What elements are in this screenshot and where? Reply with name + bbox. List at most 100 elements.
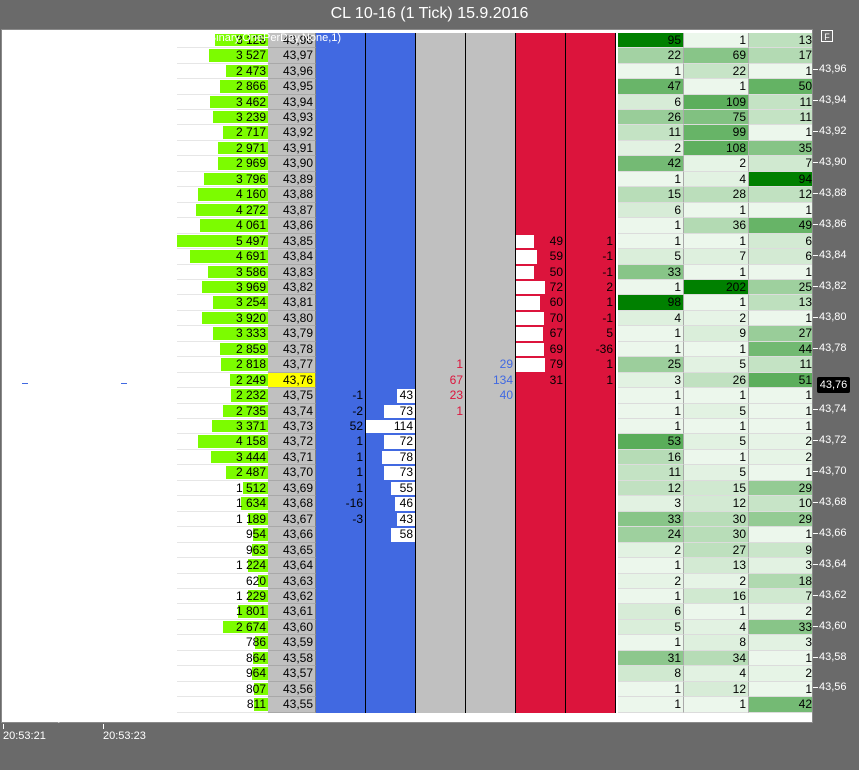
ask-delta-cell[interactable] <box>566 94 616 110</box>
bid-size-cell[interactable] <box>366 357 416 373</box>
ask-delta-cell[interactable] <box>566 110 616 126</box>
trade-bid-cell[interactable] <box>416 63 466 80</box>
bid-size-cell[interactable] <box>366 233 416 250</box>
trade-bid-cell[interactable] <box>416 32 466 49</box>
ladder-row[interactable]: 2 232 43,75 -1 43 23 40 1 1 1 <box>2 388 812 404</box>
bid-size-cell[interactable] <box>366 588 416 605</box>
bid-size-cell[interactable] <box>366 542 416 559</box>
ask-size-cell[interactable]: 72 <box>516 279 566 296</box>
ladder-row[interactable]: 964 43,57 8 4 2 <box>2 666 812 682</box>
trade-bid-cell[interactable]: 1 <box>416 357 466 373</box>
ladder-row[interactable]: 963 43,65 2 27 9 <box>2 542 812 559</box>
bid-size-cell[interactable] <box>366 264 416 280</box>
ask-delta-cell[interactable] <box>566 604 616 620</box>
price-cell[interactable]: 43,77 <box>268 357 316 373</box>
ask-size-cell[interactable] <box>516 619 566 636</box>
price-cell[interactable]: 43,81 <box>268 295 316 311</box>
ladder-row[interactable]: 1 634 43,68 -16 46 3 12 10 <box>2 496 812 512</box>
bid-size-cell[interactable] <box>366 110 416 126</box>
ladder-row[interactable]: 4 061 43,86 1 36 49 <box>2 218 812 234</box>
trade-ask-cell[interactable] <box>466 480 516 497</box>
ask-size-cell[interactable] <box>516 79 566 95</box>
bid-size-cell[interactable] <box>366 63 416 80</box>
trade-ask-cell[interactable] <box>466 233 516 250</box>
ask-delta-cell[interactable]: -1 <box>566 249 616 265</box>
price-cell[interactable]: 43,67 <box>268 511 316 528</box>
bid-delta-cell[interactable] <box>316 94 366 110</box>
trade-ask-cell[interactable] <box>466 218 516 234</box>
ladder-row[interactable]: 2 969 43,90 42 2 7 <box>2 156 812 172</box>
ask-size-cell[interactable] <box>516 94 566 110</box>
bid-delta-cell[interactable] <box>316 264 366 280</box>
ladder-row[interactable]: 1 224 43,64 1 13 3 <box>2 558 812 574</box>
ask-delta-cell[interactable] <box>566 202 616 219</box>
ladder-row[interactable]: 5 497 43,85 49 1 1 1 6 <box>2 233 812 250</box>
ask-delta-cell[interactable]: 2 <box>566 279 616 296</box>
ask-delta-cell[interactable] <box>566 449 616 466</box>
ask-size-cell[interactable] <box>516 32 566 49</box>
trade-bid-cell[interactable] <box>416 218 466 234</box>
ladder-row[interactable]: 2 674 43,60 5 4 33 <box>2 619 812 636</box>
price-cell[interactable]: 43,62 <box>268 588 316 605</box>
ask-delta-cell[interactable]: 1 <box>566 357 616 373</box>
ladder-row[interactable]: 4 691 43,84 59 -1 5 7 6 <box>2 249 812 265</box>
ask-delta-cell[interactable] <box>566 496 616 512</box>
trade-ask-cell[interactable]: 29 <box>466 357 516 373</box>
trade-ask-cell[interactable] <box>466 681 516 698</box>
trade-ask-cell[interactable] <box>466 511 516 528</box>
ask-delta-cell[interactable] <box>566 63 616 80</box>
ask-delta-cell[interactable]: 1 <box>566 233 616 250</box>
price-cell[interactable]: 43,70 <box>268 465 316 481</box>
ask-delta-cell[interactable]: 1 <box>566 295 616 311</box>
trade-bid-cell[interactable] <box>416 681 466 698</box>
ask-size-cell[interactable] <box>516 48 566 64</box>
ladder-row[interactable]: 786 43,59 1 8 3 <box>2 635 812 651</box>
bid-size-cell[interactable] <box>366 635 416 651</box>
bid-delta-cell[interactable] <box>316 218 366 234</box>
ask-delta-cell[interactable] <box>566 32 616 49</box>
price-cell[interactable]: 43,63 <box>268 573 316 589</box>
trade-ask-cell[interactable]: 40 <box>466 388 516 404</box>
price-cell[interactable]: 43,59 <box>268 635 316 651</box>
trade-bid-cell[interactable] <box>416 341 466 358</box>
price-cell[interactable]: 43,84 <box>268 249 316 265</box>
price-cell[interactable]: 43,69 <box>268 480 316 497</box>
trade-ask-cell[interactable] <box>466 202 516 219</box>
price-cell[interactable]: 43,73 <box>268 419 316 435</box>
ask-delta-cell[interactable] <box>566 125 616 141</box>
trade-ask-cell[interactable] <box>466 341 516 358</box>
bid-delta-cell[interactable] <box>316 249 366 265</box>
ask-delta-cell[interactable] <box>566 480 616 497</box>
bid-delta-cell[interactable] <box>316 635 366 651</box>
ladder-chart-panel[interactable]: 3 128 43,98 95 1 13 3 527 43,97 22 69 17 2 473 43,9… <box>1 29 813 723</box>
price-cell[interactable]: 43,55 <box>268 697 316 713</box>
price-axis[interactable]: 43,96 43,94 43,92 43,90 43,88 43,86 43,84 43,82… <box>813 29 859 723</box>
bid-delta-cell[interactable] <box>316 372 366 389</box>
trade-bid-cell[interactable] <box>416 697 466 713</box>
trade-bid-cell[interactable] <box>416 666 466 682</box>
ladder-row[interactable]: 2 971 43,91 2 108 35 <box>2 140 812 157</box>
ask-size-cell[interactable] <box>516 125 566 141</box>
ladder-row[interactable]: 3 239 43,93 26 75 11 <box>2 110 812 126</box>
trade-bid-cell[interactable] <box>416 110 466 126</box>
trade-bid-cell[interactable] <box>416 558 466 574</box>
price-cell[interactable]: 43,57 <box>268 666 316 682</box>
ask-delta-cell[interactable] <box>566 48 616 64</box>
trade-bid-cell[interactable] <box>416 480 466 497</box>
bid-size-cell[interactable] <box>366 573 416 589</box>
ladder-row[interactable]: 1 801 43,61 6 1 2 <box>2 604 812 620</box>
bid-size-cell[interactable] <box>366 650 416 667</box>
ask-size-cell[interactable]: 67 <box>516 326 566 342</box>
bid-size-cell[interactable] <box>366 202 416 219</box>
bid-size-cell[interactable]: 58 <box>366 527 416 543</box>
bid-delta-cell[interactable] <box>316 202 366 219</box>
price-cell[interactable]: 43,90 <box>268 156 316 172</box>
bid-size-cell[interactable] <box>366 372 416 389</box>
ladder-row[interactable]: 2 866 43,95 47 1 50 <box>2 79 812 95</box>
bid-size-cell[interactable]: 114 <box>366 419 416 435</box>
bid-delta-cell[interactable] <box>316 79 366 95</box>
ask-size-cell[interactable] <box>516 650 566 667</box>
ladder-row[interactable]: 2 818 43,77 1 29 79 1 25 5 11 <box>2 357 812 373</box>
ask-size-cell[interactable] <box>516 388 566 404</box>
bid-delta-cell[interactable] <box>316 604 366 620</box>
